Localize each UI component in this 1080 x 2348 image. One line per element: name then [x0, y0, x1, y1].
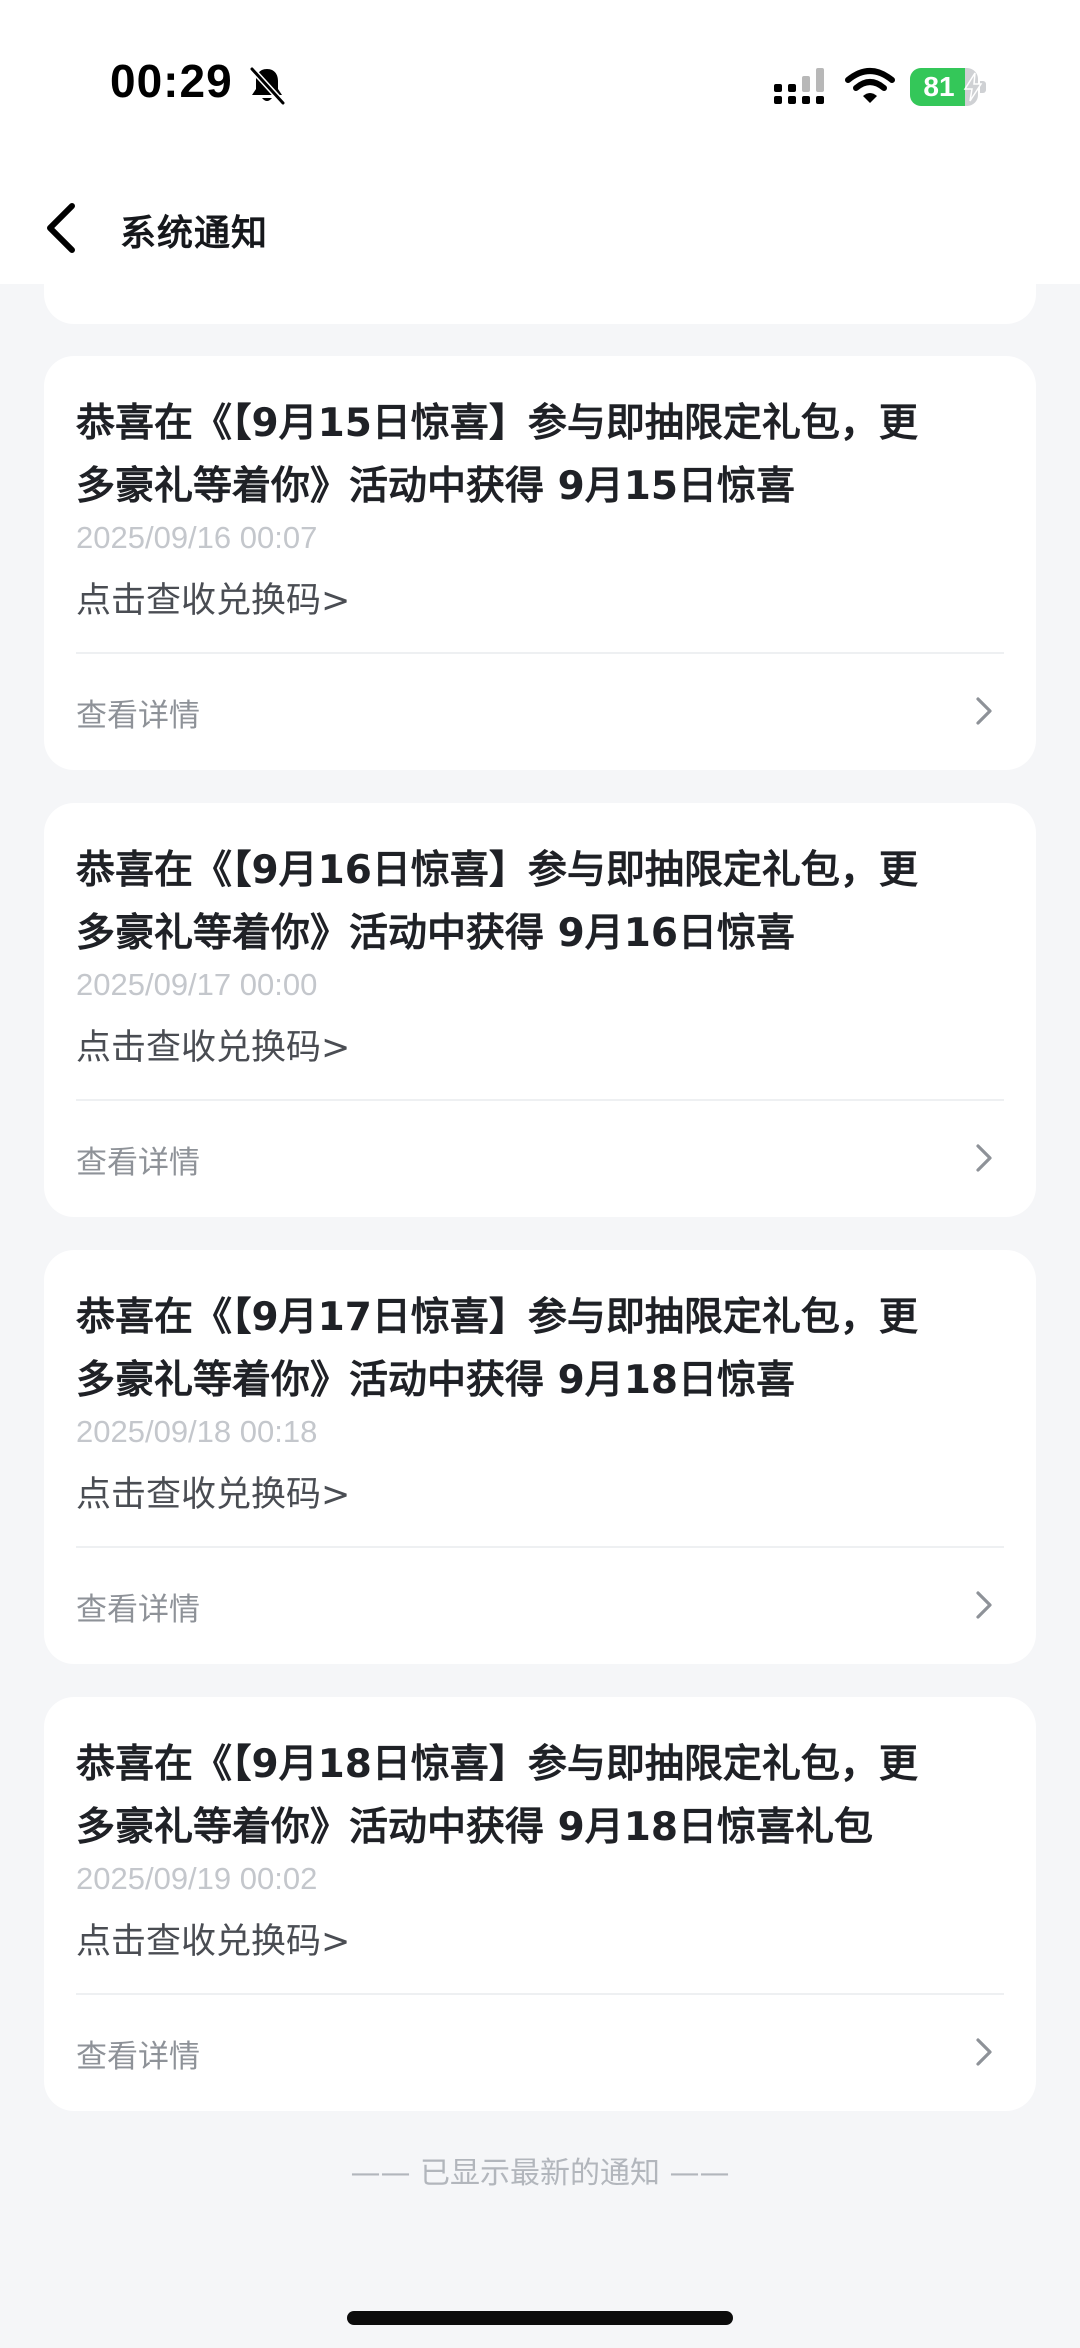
divider: [76, 1993, 1004, 1995]
redeem-code-link[interactable]: 点击查收兑换码>: [76, 1466, 350, 1517]
redeem-code-link[interactable]: 点击查收兑换码>: [76, 572, 350, 623]
notification-title: 恭喜在《【9月15日惊喜】参与即抽限定礼包，更 多豪礼等着你》活动中获得 9月1…: [76, 401, 918, 509]
status-bar: 00:29 81: [0, 0, 1080, 176]
end-of-list-note: —— 已显示最新的通知 ——: [350, 2156, 730, 2191]
divider: [76, 1099, 1004, 1101]
redeem-code-link[interactable]: 点击查收兑换码>: [76, 1019, 350, 1070]
notification-time: 2025/09/17 00:00: [76, 967, 318, 1002]
notification-title: 恭喜在《【9月17日惊喜】参与即抽限定礼包，更 多豪礼等着你》活动中获得 9月1…: [76, 1295, 918, 1403]
notification-title: 恭喜在《【9月18日惊喜】参与即抽限定礼包，更 多豪礼等着你》活动中获得 9月1…: [76, 1742, 918, 1850]
page-title: 系统通知: [120, 213, 269, 254]
chevron-right-icon[interactable]: [974, 2036, 996, 2068]
home-indicator[interactable]: [347, 2311, 733, 2325]
battery-icon: 81: [910, 68, 988, 106]
notification-card[interactable]: 恭喜在《【9月18日惊喜】参与即抽限定礼包，更 多豪礼等着你》活动中获得 9月1…: [44, 1697, 1036, 2111]
nav-bar: 系统通知: [0, 176, 1080, 284]
signal-icon: [774, 68, 824, 104]
chevron-right-icon[interactable]: [974, 1589, 996, 1621]
notification-title: 恭喜在《【9月16日惊喜】参与即抽限定礼包，更 多豪礼等着你》活动中获得 9月1…: [76, 848, 918, 956]
chevron-right-icon[interactable]: [974, 1142, 996, 1174]
notification-card[interactable]: 恭喜在《【9月16日惊喜】参与即抽限定礼包，更 多豪礼等着你》活动中获得 9月1…: [44, 803, 1036, 1217]
divider: [76, 1546, 1004, 1548]
chevron-right-icon[interactable]: [974, 695, 996, 727]
bell-slash-icon: [249, 66, 286, 106]
charging-bolt-icon: [963, 72, 983, 102]
redeem-code-link[interactable]: 点击查收兑换码>: [76, 1913, 350, 1964]
chevron-left-icon[interactable]: [36, 196, 96, 260]
status-time: 00:29: [110, 55, 233, 107]
view-details-link[interactable]: 查看详情: [76, 2031, 200, 2076]
notification-card[interactable]: 恭喜在《【9月15日惊喜】参与即抽限定礼包，更 多豪礼等着你》活动中获得 9月1…: [44, 356, 1036, 770]
view-details-link[interactable]: 查看详情: [76, 1137, 200, 1182]
view-details-link[interactable]: 查看详情: [76, 1584, 200, 1629]
wifi-icon: [845, 68, 895, 103]
battery-percent: 81: [923, 71, 955, 102]
notification-card[interactable]: 恭喜在《【9月17日惊喜】参与即抽限定礼包，更 多豪礼等着你》活动中获得 9月1…: [44, 1250, 1036, 1664]
notification-time: 2025/09/19 00:02: [76, 1861, 318, 1896]
view-details-link[interactable]: 查看详情: [76, 690, 200, 735]
divider: [76, 652, 1004, 654]
notification-time: 2025/09/16 00:07: [76, 520, 318, 555]
top-header: 00:29 81 系统通知: [0, 0, 1080, 284]
notification-time: 2025/09/18 00:18: [76, 1414, 318, 1449]
